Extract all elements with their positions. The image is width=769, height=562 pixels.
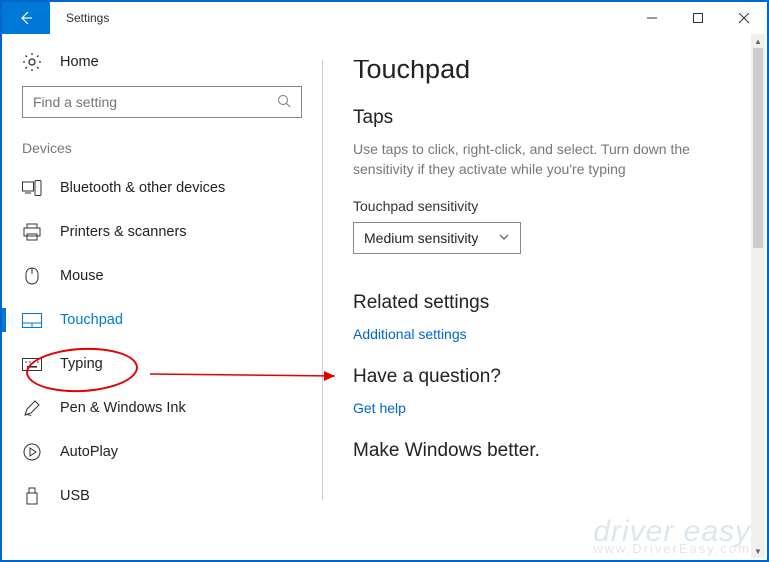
keyboard-icon	[22, 354, 42, 374]
printer-icon	[22, 222, 42, 242]
usb-icon	[22, 486, 42, 506]
sidebar-item-label: Pen & Windows Ink	[60, 400, 186, 416]
sidebar-item-touchpad[interactable]: Touchpad	[2, 298, 322, 342]
sidebar-item-label: Mouse	[60, 268, 104, 284]
sidebar-item-printers[interactable]: Printers & scanners	[2, 210, 322, 254]
sidebar-item-autoplay[interactable]: AutoPlay	[2, 430, 322, 474]
sensitivity-dropdown[interactable]: Medium sensitivity	[353, 222, 521, 254]
arrow-left-icon	[18, 10, 34, 26]
related-heading: Related settings	[353, 292, 737, 314]
sidebar-item-label: Printers & scanners	[60, 224, 187, 240]
sidebar-item-usb[interactable]: USB	[2, 474, 322, 506]
sidebar-item-label: Typing	[60, 356, 103, 372]
content-area: Home Devices Bluetooth & other devices P…	[2, 34, 767, 560]
get-help-link[interactable]: Get help	[353, 400, 406, 416]
titlebar: Settings	[2, 2, 767, 34]
sidebar-item-bluetooth[interactable]: Bluetooth & other devices	[2, 166, 322, 210]
sensitivity-label: Touchpad sensitivity	[353, 198, 737, 214]
additional-settings-link[interactable]: Additional settings	[353, 326, 467, 342]
scroll-down-icon[interactable]: ▼	[751, 544, 765, 558]
sidebar-item-mouse[interactable]: Mouse	[2, 254, 322, 298]
page-title: Touchpad	[353, 60, 737, 85]
gear-icon	[22, 52, 42, 72]
mouse-icon	[22, 266, 42, 286]
scroll-up-icon[interactable]: ▲	[751, 34, 765, 48]
dropdown-value: Medium sensitivity	[364, 230, 478, 246]
taps-heading: Taps	[353, 107, 737, 129]
maximize-button[interactable]	[675, 2, 721, 34]
better-heading: Make Windows better.	[353, 440, 737, 462]
devices-icon	[22, 178, 42, 198]
search-input[interactable]	[22, 86, 302, 118]
taps-description: Use taps to click, right-click, and sele…	[353, 139, 723, 180]
sidebar-item-label: AutoPlay	[60, 444, 118, 460]
sidebar-item-label: Touchpad	[60, 312, 123, 328]
sidebar-item-label: Bluetooth & other devices	[60, 180, 225, 196]
minimize-button[interactable]	[629, 2, 675, 34]
search-container	[22, 86, 302, 118]
question-heading: Have a question?	[353, 366, 737, 388]
section-header-devices: Devices	[2, 140, 322, 166]
close-button[interactable]	[721, 2, 767, 34]
sidebar-item-typing[interactable]: Typing	[2, 342, 322, 386]
search-icon	[277, 94, 292, 114]
window-title: Settings	[66, 11, 109, 25]
sidebar: Home Devices Bluetooth & other devices P…	[2, 34, 322, 560]
main-panel: Touchpad Taps Use taps to click, right-c…	[322, 60, 767, 500]
home-button[interactable]: Home	[2, 46, 322, 86]
autoplay-icon	[22, 442, 42, 462]
sidebar-item-label: USB	[60, 488, 90, 504]
sidebar-item-pen[interactable]: Pen & Windows Ink	[2, 386, 322, 430]
touchpad-icon	[22, 310, 42, 330]
window-controls	[629, 2, 767, 34]
back-button[interactable]	[2, 2, 50, 34]
home-label: Home	[60, 54, 99, 70]
scrollbar-thumb[interactable]	[753, 48, 763, 248]
scrollbar[interactable]: ▲ ▼	[751, 34, 765, 558]
pen-icon	[22, 398, 42, 418]
chevron-down-icon	[498, 230, 510, 246]
